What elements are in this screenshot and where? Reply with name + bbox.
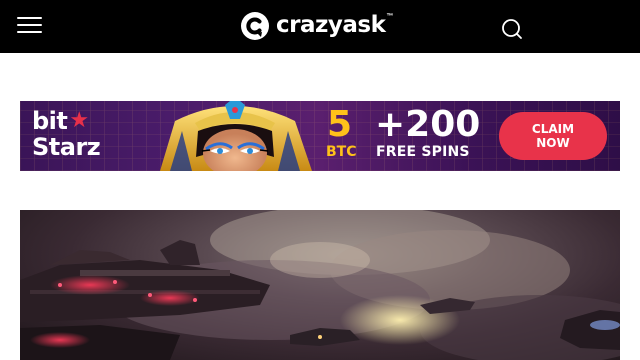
claim-button-line2: NOW bbox=[536, 136, 570, 150]
hamburger-menu-icon[interactable] bbox=[17, 16, 42, 34]
claim-now-button[interactable]: CLAIM NOW bbox=[499, 112, 607, 160]
site-logo[interactable]: crazyask ™ bbox=[240, 10, 393, 42]
ad-banner[interactable]: bit ★ Starz 5 BTC +200 FREE SPINS CLAIM … bbox=[20, 101, 620, 171]
search-icon[interactable] bbox=[500, 17, 524, 41]
spaceships-illustration bbox=[20, 210, 620, 360]
cleopatra-illustration bbox=[160, 101, 312, 171]
star-icon: ★ bbox=[69, 108, 89, 133]
logo-trademark: ™ bbox=[386, 12, 394, 20]
claim-button-line1: CLAIM bbox=[531, 122, 575, 136]
brand-line1: bit bbox=[32, 107, 68, 135]
offer-amount: 5 bbox=[327, 104, 353, 145]
logo-text: crazyask bbox=[276, 11, 386, 38]
brand-line2: Starz bbox=[32, 133, 101, 161]
bitstarz-logo: bit ★ Starz bbox=[32, 107, 101, 161]
offer-unit: BTC bbox=[326, 144, 357, 160]
site-header: crazyask ™ bbox=[0, 0, 640, 53]
offer-spins-count: +200 bbox=[375, 104, 481, 145]
featured-image[interactable] bbox=[20, 210, 620, 360]
logo-mark-icon bbox=[240, 11, 270, 41]
offer-spins-label: FREE SPINS bbox=[376, 144, 470, 160]
